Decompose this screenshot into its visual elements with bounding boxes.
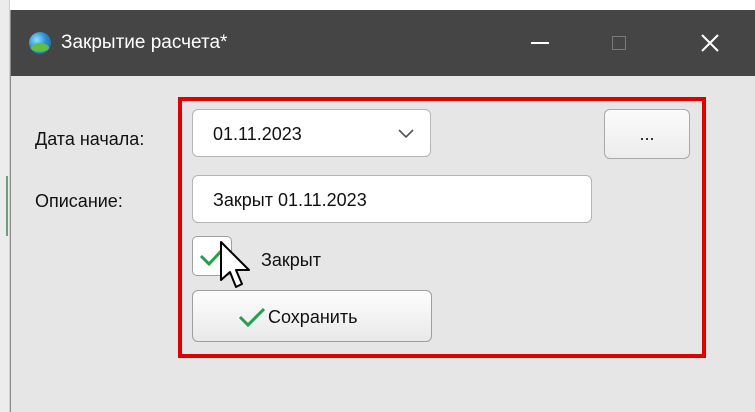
window-title: Закрытие расчета* [61,32,228,53]
closed-checkbox[interactable] [192,236,232,276]
maximize-icon [612,36,626,50]
background-accent [6,176,8,236]
maximize-button[interactable] [591,10,647,76]
globe-icon [29,32,51,54]
close-icon [701,34,719,52]
minimize-icon [531,42,549,44]
description-input[interactable]: Закрыт 01.11.2023 [192,175,592,223]
chevron-down-icon[interactable] [396,123,416,143]
date-picker-button-label: ... [639,123,655,144]
checkmark-icon [238,307,266,328]
save-button[interactable]: Сохранить [192,290,432,342]
title-bar[interactable]: Закрытие расчета* [11,10,755,76]
close-button[interactable] [682,10,738,76]
minimize-button[interactable] [512,10,568,76]
description-value: Закрыт 01.11.2023 [213,190,367,210]
background-window-edge [0,0,10,412]
save-button-label: Сохранить [268,307,358,327]
start-date-value: 01.11.2023 [213,124,302,144]
start-date-label: Дата начала: [35,129,145,149]
dialog-window: Закрытие расчета* Дата начала: 01.11.202… [10,10,755,412]
checkmark-icon [199,246,226,267]
screen: Закрытие расчета* Дата начала: 01.11.202… [0,0,755,412]
description-label: Описание: [35,191,123,211]
date-picker-button[interactable]: ... [604,109,690,159]
closed-checkbox-label[interactable]: Закрыт [261,249,321,271]
dialog-content: Дата начала: 01.11.2023 ... Описание: За… [11,76,755,412]
start-date-combobox[interactable]: 01.11.2023 [192,109,431,157]
